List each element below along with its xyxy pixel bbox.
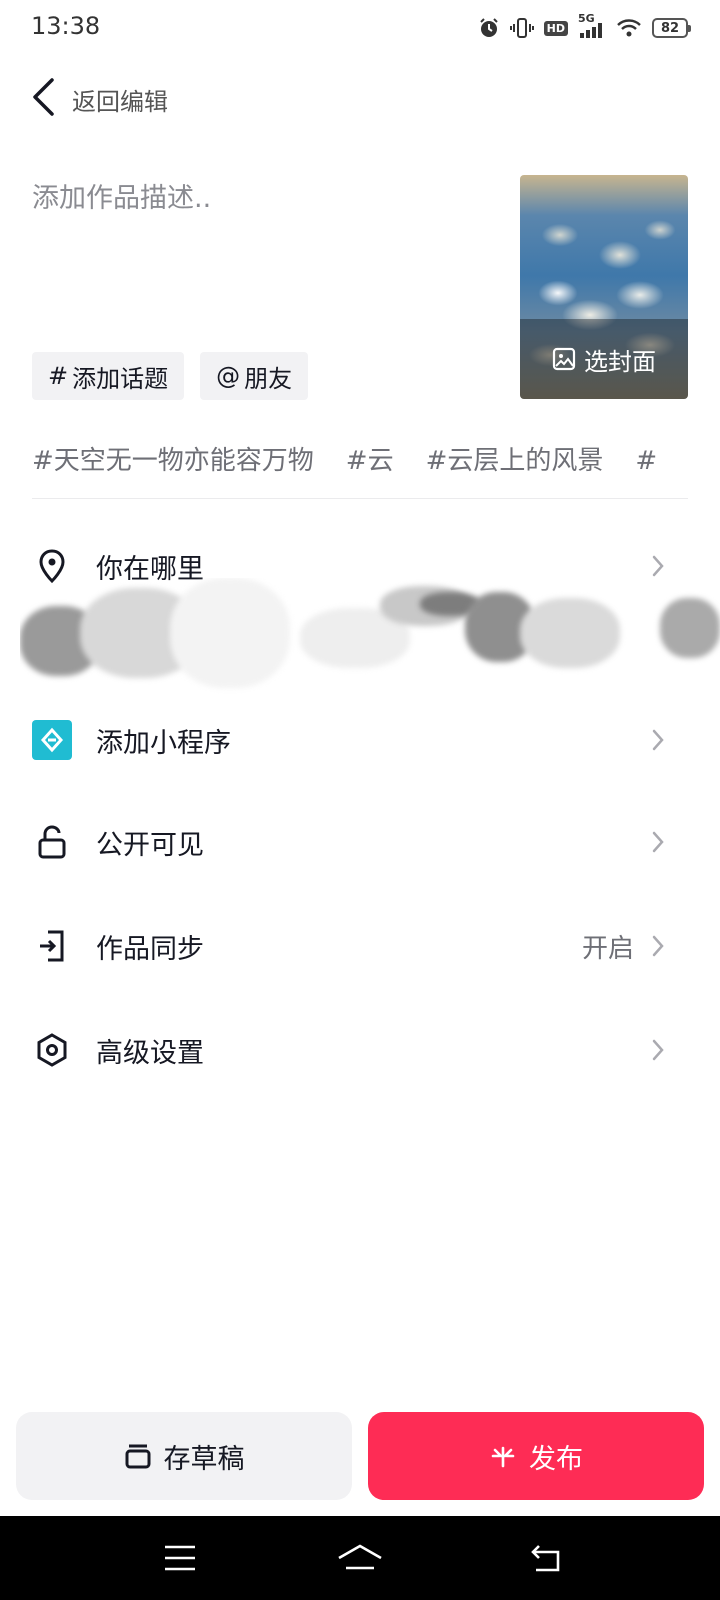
suggested-tag[interactable]: #云: [346, 446, 394, 476]
unlock-icon: [32, 822, 72, 862]
sync-label: 作品同步: [96, 933, 204, 965]
chevron-left-icon: [30, 77, 56, 121]
suggested-tag[interactable]: #天空无一物亦能容万物: [32, 446, 314, 476]
suggested-tags: #天空无一物亦能容万物 #云 #云层上的风景 #: [32, 440, 720, 492]
status-icons: HD 5G 82: [478, 13, 691, 42]
visibility-row[interactable]: 公开可见: [0, 812, 720, 872]
back-label: 返回编辑: [72, 87, 168, 116]
chevron-right-icon: [646, 830, 670, 854]
description-input[interactable]: 添加作品描述..: [32, 176, 211, 215]
sync-row[interactable]: 作品同步 开启: [0, 916, 720, 976]
mention-friend-chip[interactable]: @ 朋友: [200, 352, 309, 400]
menu-icon[interactable]: [160, 1538, 200, 1578]
sync-export-icon: [32, 926, 72, 966]
back-nav-icon[interactable]: [526, 1538, 566, 1578]
status-time: 13:38: [31, 12, 101, 40]
publish-button[interactable]: 发布: [368, 1412, 704, 1500]
chip-row: # 添加话题 @ 朋友: [32, 352, 309, 400]
suggested-tag[interactable]: #: [635, 446, 657, 476]
select-cover-button[interactable]: 选封面: [520, 319, 688, 399]
advanced-settings-label: 高级设置: [96, 1037, 204, 1069]
select-cover-label: 选封面: [584, 347, 656, 376]
visibility-label: 公开可见: [96, 829, 204, 861]
chevron-right-icon: [646, 728, 670, 752]
sync-status: 开启: [581, 933, 634, 964]
status-bar: 13:38 HD 5G 82: [0, 0, 720, 56]
battery-indicator: 82: [652, 18, 691, 38]
home-icon[interactable]: [336, 1538, 384, 1578]
wifi-icon: [616, 17, 642, 39]
location-suggestions-obscured: [20, 578, 720, 706]
signal-icon: 5G: [578, 13, 606, 39]
chevron-right-icon: [646, 554, 670, 578]
publish-label: 发布: [529, 1443, 583, 1475]
vibrate-icon: [509, 17, 534, 39]
sparkle-icon: [489, 1442, 517, 1470]
advanced-settings-row[interactable]: 高级设置: [0, 1020, 720, 1080]
add-topic-chip[interactable]: # 添加话题: [32, 352, 185, 400]
hashtag-icon: #: [48, 362, 69, 390]
cover-thumbnail[interactable]: 选封面: [520, 175, 688, 399]
chevron-right-icon: [646, 934, 670, 958]
suggested-tag[interactable]: #云层上的风景: [426, 446, 604, 476]
hd-badge: HD: [543, 20, 568, 36]
mini-program-icon: [32, 720, 72, 760]
back-button[interactable]: 返回编辑: [30, 76, 168, 122]
add-mini-program-label: 添加小程序: [96, 727, 231, 759]
draft-box-icon: [124, 1442, 152, 1470]
image-icon: [552, 347, 576, 371]
divider: [32, 498, 688, 499]
save-draft-button[interactable]: 存草稿: [16, 1412, 352, 1500]
hexagon-settings-icon: [32, 1030, 72, 1070]
chevron-right-icon: [646, 1038, 670, 1062]
mention-friend-label: 朋友: [244, 364, 293, 393]
add-mini-program-row[interactable]: 添加小程序: [0, 710, 720, 770]
at-icon: @: [216, 362, 241, 390]
publish-page: 13:38 HD 5G 82 返回编辑 添加作品描述.. # 添加话题 @ 朋友…: [0, 0, 720, 1600]
save-draft-label: 存草稿: [163, 1443, 245, 1475]
alarm-icon: [478, 17, 500, 39]
add-topic-label: 添加话题: [72, 364, 169, 393]
system-nav-bar: [0, 1516, 720, 1600]
network-type: 5G: [578, 12, 595, 25]
